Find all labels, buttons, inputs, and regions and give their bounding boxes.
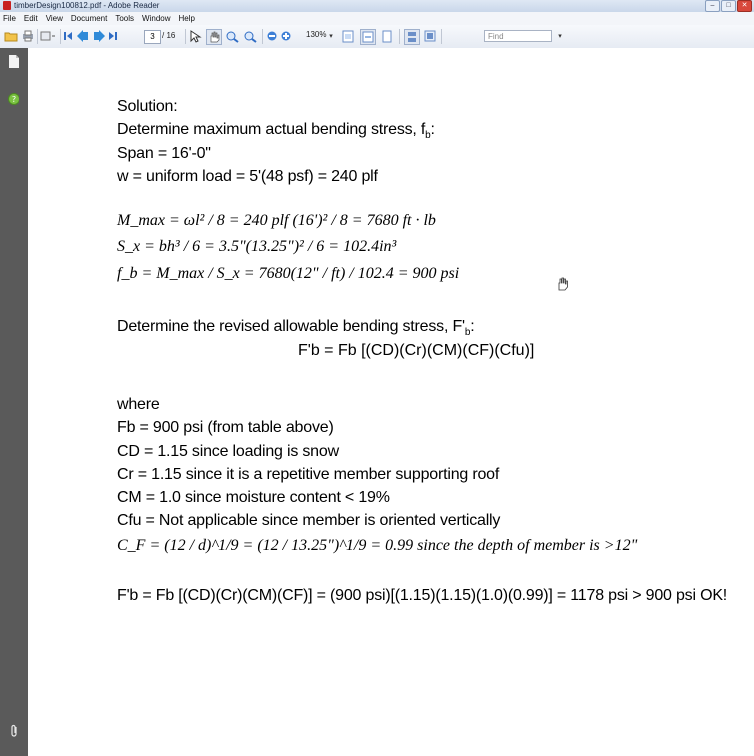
final-result: F'b = Fb [(CD)(Cr)(CM)(CF)] = (900 psi)[… (117, 587, 728, 604)
document-page: Solution: Determine maximum actual bendi… (28, 48, 754, 756)
menu-document[interactable]: Document (67, 12, 111, 25)
next-page-icon[interactable] (93, 29, 105, 43)
step1-text: Determine maximum actual bending stress,… (117, 121, 435, 142)
window-title: timberDesign100812.pdf - Adobe Reader (14, 1, 160, 10)
navigation-pane: ? (0, 48, 28, 756)
maximize-button[interactable]: □ (721, 0, 736, 12)
menu-window[interactable]: Window (138, 12, 174, 25)
attachment-icon[interactable] (8, 724, 19, 738)
print-icon[interactable] (22, 29, 34, 43)
svg-text:?: ? (12, 95, 16, 104)
hand-tool-icon[interactable] (206, 29, 222, 45)
fit-page-icon[interactable] (381, 29, 393, 43)
minimize-button[interactable]: – (705, 0, 720, 12)
title-bar: timberDesign100812.pdf - Adobe Reader – … (0, 0, 754, 12)
page-total: / 16 (162, 31, 176, 40)
email-icon[interactable] (40, 29, 56, 43)
menu-tools[interactable]: Tools (111, 12, 138, 25)
hand-cursor-icon (556, 277, 570, 296)
open-folder-icon[interactable] (4, 29, 18, 43)
single-page-icon[interactable] (404, 29, 420, 45)
zoom-level-select[interactable]: 130% (306, 30, 326, 39)
select-tool-icon[interactable] (189, 29, 203, 43)
menu-file[interactable]: File (0, 12, 20, 25)
moment-equation: M_max = ωl² / 8 = 240 plf (16')² / 8 = 7… (117, 212, 436, 229)
cm-definition: CM = 1.0 since moisture content < 19% (117, 489, 390, 506)
cr-definition: Cr = 1.15 since it is a repetitive membe… (117, 466, 500, 483)
cf-equation: C_F = (12 / d)^1/9 = (12 / 13.25")^1/9 =… (117, 537, 638, 554)
fit-width-icon[interactable] (360, 29, 376, 45)
zoom-out-icon[interactable] (267, 29, 277, 43)
page-number-input[interactable]: 3 (144, 30, 161, 44)
toolbar: 3 / 16 130% ▾ Find ▾ (0, 25, 754, 49)
menu-bar: File Edit View Document Tools Window Hel… (0, 12, 754, 25)
actual-size-icon[interactable] (342, 29, 354, 43)
load-text: w = uniform load = 5'(48 psf) = 240 plf (117, 168, 378, 185)
menu-view[interactable]: View (42, 12, 67, 25)
solution-heading: Solution: (117, 98, 178, 115)
allowable-stress-formula: F'b = Fb [(CD)(Cr)(CM)(CF)(Cfu)] (298, 342, 535, 359)
step2-text: Determine the revised allowable bending … (117, 318, 475, 339)
first-page-icon[interactable] (63, 29, 73, 43)
where-label: where (117, 396, 160, 413)
window-controls: – □ ✕ (705, 0, 752, 12)
last-page-icon[interactable] (108, 29, 118, 43)
continuous-page-icon[interactable] (424, 29, 436, 43)
find-input[interactable]: Find (484, 30, 552, 42)
help-icon[interactable]: ? (8, 92, 19, 106)
adobe-reader-icon (3, 1, 11, 10)
bending-stress-equation: f_b = M_max / S_x = 7680(12" / ft) / 102… (117, 265, 460, 282)
dynamic-zoom-icon[interactable] (243, 29, 257, 43)
section-modulus-equation: S_x = bh³ / 6 = 3.5"(13.25")² / 6 = 102.… (117, 238, 397, 255)
chevron-down-icon[interactable]: ▾ (327, 29, 335, 43)
zoom-in-icon[interactable] (281, 29, 291, 43)
close-button[interactable]: ✕ (737, 0, 752, 12)
span-text: Span = 16'-0" (117, 145, 211, 162)
previous-page-icon[interactable] (77, 29, 89, 43)
cfu-definition: Cfu = Not applicable since member is ori… (117, 512, 501, 529)
cd-definition: CD = 1.15 since loading is snow (117, 443, 339, 460)
find-options-chevron-icon[interactable]: ▾ (556, 29, 564, 43)
pages-icon[interactable] (8, 54, 19, 68)
fb-definition: Fb = 900 psi (from table above) (117, 419, 334, 436)
marquee-zoom-icon[interactable] (226, 29, 240, 43)
menu-help[interactable]: Help (175, 12, 199, 25)
menu-edit[interactable]: Edit (20, 12, 42, 25)
